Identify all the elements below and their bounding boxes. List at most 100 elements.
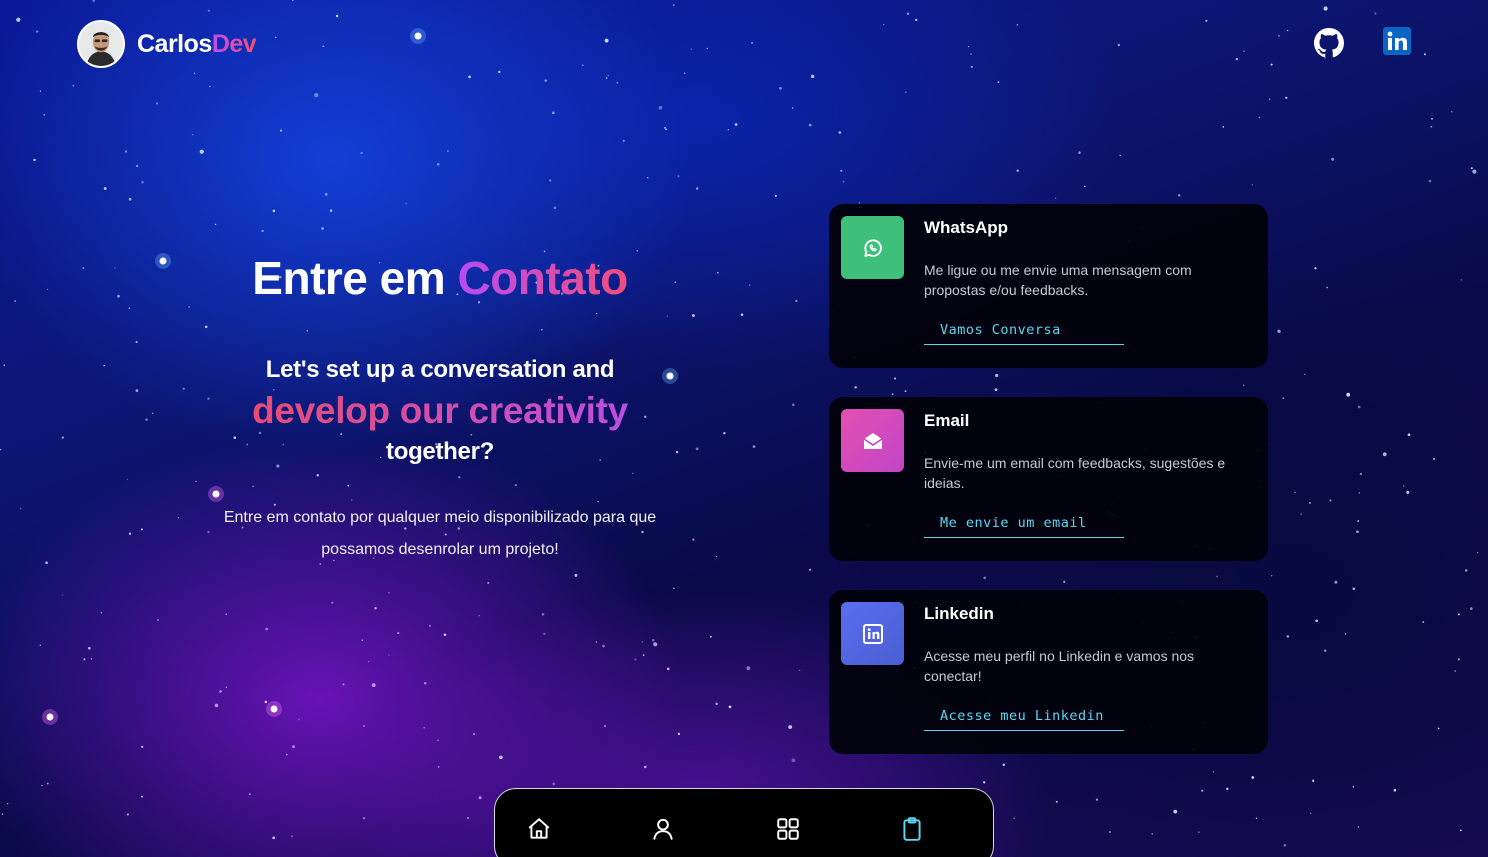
star: [1358, 492, 1360, 494]
home-icon[interactable]: [526, 816, 552, 842]
star: [62, 594, 64, 596]
star: [647, 177, 649, 179]
star: [83, 658, 86, 661]
star: [361, 639, 364, 641]
star: [61, 436, 64, 439]
star: [136, 165, 139, 167]
star: [1013, 817, 1015, 819]
star: [904, 91, 907, 94]
star: [1173, 809, 1178, 814]
whatsapp-link[interactable]: Vamos Conversa: [924, 322, 1124, 345]
star: [1423, 53, 1426, 56]
envelope-open-icon: [841, 409, 904, 472]
star: [265, 627, 268, 631]
star: [983, 576, 986, 580]
star: [291, 0, 294, 1]
star: [466, 817, 470, 820]
star: [1428, 179, 1432, 183]
star: [672, 587, 675, 590]
star: [43, 113, 46, 116]
card-description: Acesse meu perfil no Linkedin e vamos no…: [924, 648, 1195, 684]
star: [605, 77, 608, 79]
star: [751, 41, 754, 44]
star: [1277, 329, 1281, 333]
star: [324, 192, 328, 196]
star: [1278, 35, 1280, 37]
star: [1285, 96, 1288, 99]
star: [651, 638, 655, 642]
star: [894, 377, 897, 380]
star: [0, 448, 2, 451]
star: [1063, 580, 1066, 583]
star-bright: [159, 257, 167, 265]
star: [292, 745, 295, 749]
star: [225, 686, 227, 688]
star: [891, 393, 894, 395]
email-link[interactable]: Me envie um email: [924, 515, 1124, 538]
star: [683, 72, 686, 74]
star: [322, 45, 325, 48]
star: [177, 517, 180, 519]
star: [367, 660, 370, 663]
star: [1271, 575, 1273, 577]
star: [715, 702, 718, 706]
star: [473, 732, 476, 736]
linkedin-link[interactable]: Acesse meu Linkedin: [924, 708, 1124, 731]
star: [82, 267, 85, 270]
star: [468, 75, 471, 79]
star: [261, 229, 264, 233]
star: [810, 74, 815, 79]
star: [264, 700, 268, 704]
star: [690, 48, 692, 50]
hero-subtitle-line1: Let's set up a conversation and: [265, 356, 615, 383]
star: [1235, 57, 1239, 61]
star: [117, 294, 120, 298]
star: [280, 129, 283, 132]
star: [41, 784, 43, 787]
star: [1243, 50, 1245, 52]
star: [140, 528, 143, 531]
star: [423, 727, 425, 729]
github-icon[interactable]: [1313, 27, 1345, 59]
linkedin-icon[interactable]: [1383, 27, 1411, 55]
clipboard-icon[interactable]: [899, 816, 925, 842]
user-icon[interactable]: [650, 816, 676, 842]
star: [1326, 286, 1329, 289]
star: [297, 718, 300, 721]
contact-card-linkedin: Linkedin Acesse meu perfil no Linkedin e…: [829, 590, 1268, 754]
card-title: Email: [924, 411, 970, 430]
star: [1457, 658, 1460, 661]
star: [709, 635, 712, 638]
star: [695, 187, 699, 190]
star: [1270, 63, 1273, 66]
star: [1329, 499, 1332, 502]
star: [1323, 6, 1328, 11]
star: [388, 654, 390, 656]
star: [1117, 43, 1120, 47]
hero-description: Entre em contato por qualquer meio dispo…: [223, 509, 657, 558]
star: [906, 12, 910, 15]
star: [1457, 613, 1460, 616]
star: [6, 802, 9, 805]
star: [447, 150, 449, 152]
star: [1251, 184, 1253, 186]
star: [374, 607, 377, 610]
grid-icon[interactable]: [775, 816, 801, 842]
star: [653, 642, 658, 647]
star: [314, 93, 319, 98]
star: [157, 619, 159, 621]
star: [752, 445, 756, 448]
star: [423, 681, 427, 685]
star: [363, 724, 366, 728]
star: [692, 314, 695, 317]
star: [1451, 111, 1453, 113]
star: [1002, 763, 1005, 766]
star: [645, 765, 647, 767]
star: [1, 813, 4, 815]
star: [3, 364, 5, 366]
star: [968, 46, 970, 48]
hero-subtitle-line2: develop our creativity: [200, 390, 680, 432]
star: [692, 538, 695, 541]
star: [1212, 771, 1215, 773]
brand-logo[interactable]: CarlosDev: [77, 20, 257, 68]
